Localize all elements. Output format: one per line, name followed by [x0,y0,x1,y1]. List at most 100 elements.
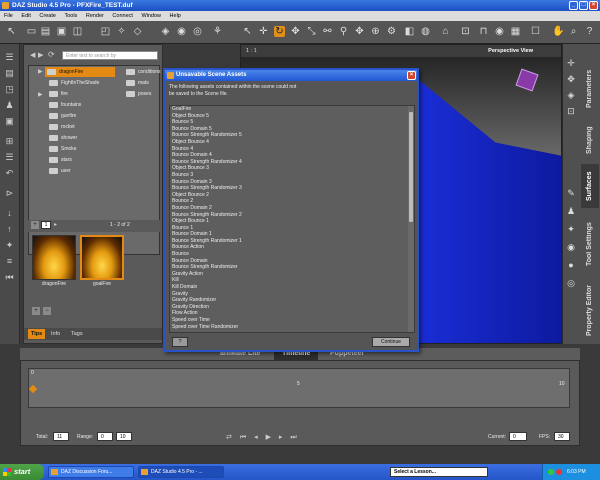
next-page-icon[interactable]: ▸ [54,221,57,228]
asset-list-item[interactable]: Bounce Strength Randomizer 1 [170,238,414,245]
tab-tags[interactable]: Tags [68,329,86,339]
asset-list-item[interactable]: Speed over Time [170,317,414,324]
camera-icon[interactable]: ⌂ [440,26,451,37]
library-search-input[interactable]: Enter text to search by [62,51,158,60]
current-field[interactable]: 0 [509,432,527,441]
next-key-icon[interactable]: ▸ [279,434,286,441]
smart-content-icon[interactable]: ☰ [4,52,15,63]
asset-list-item[interactable]: Bounce 4 [170,146,414,153]
refresh-icon[interactable]: ⟳ [48,50,55,59]
layers-icon[interactable]: ≡ [4,256,15,267]
light-tool-icon[interactable]: ✦ [566,224,576,234]
rotate-tool-icon[interactable]: ↻ [274,26,285,37]
play-icon[interactable]: ▶ [266,434,274,441]
tree-item-conditions[interactable]: conditions [124,67,161,77]
new-scene-icon[interactable]: ▭ [26,26,37,37]
navigation-cube[interactable] [515,68,539,92]
continue-button[interactable]: Continue [372,337,410,347]
pointer-icon[interactable]: ↖ [6,26,17,37]
tab-info[interactable]: Info [48,329,63,339]
menu-file[interactable]: File [4,13,13,19]
spot-render-icon[interactable]: ◧ [404,26,415,37]
menu-create[interactable]: Create [39,13,56,19]
asset-list-item[interactable]: Object Bounce 3 [170,165,414,172]
tree-item-poses[interactable]: poses [124,89,151,99]
scrollbar-thumb[interactable] [409,112,413,222]
asset-list-item[interactable]: Bounce Domain [170,258,414,265]
camera-tool-icon[interactable]: ◉ [566,242,576,252]
spot-light-icon[interactable]: ◈ [160,26,171,37]
tree-item-rocket[interactable]: rocket [47,122,75,132]
hand-icon[interactable]: ✋ [552,26,564,37]
save-scene-icon[interactable]: ▣ [56,26,67,37]
aux-viewport-icon[interactable]: ⊡ [460,26,471,37]
range-start-field[interactable]: 0 [97,432,113,441]
first-frame-icon[interactable]: ⏮ [240,434,249,441]
expand-arrow-icon[interactable]: ▶ [38,68,43,75]
tree-item-user[interactable]: user [47,166,71,176]
undo-icon[interactable]: ↶ [4,168,15,179]
asset-list-item[interactable]: Bounce Strength Randomizer 5 [170,132,414,139]
universal-tool-icon[interactable]: ✛ [258,26,269,37]
task-daz-studio[interactable]: DAZ Studio 4.5 Pro - ... [138,466,224,478]
create-light-icon[interactable]: ✧ [116,26,127,37]
remove-icon[interactable]: − [43,307,51,315]
surface-selection-icon[interactable]: ✥ [354,26,365,37]
asset-list-item[interactable]: Bounce [170,251,414,258]
asset-list-item[interactable]: Bounce Domain 5 [170,126,414,133]
pan-icon[interactable]: ✥ [566,74,576,84]
loop-icon[interactable]: ⇄ [226,434,235,441]
last-frame-icon[interactable]: ⏭ [290,434,299,441]
asset-list-item[interactable]: Bounce 1 [170,225,414,232]
thumb-goalfire[interactable] [80,235,124,280]
rewind-icon[interactable]: ⏮ [4,272,15,283]
dialog-close-button[interactable]: × [407,71,416,80]
asset-list-item[interactable]: GoalFire [170,106,414,113]
layout-icon[interactable]: ☐ [530,26,541,37]
node-weight-icon[interactable]: ◍ [420,26,431,37]
open-scene-icon[interactable]: ▤ [40,26,51,37]
merge-icon[interactable]: ⊞ [4,136,15,147]
menu-edit[interactable]: Edit [21,13,30,19]
asset-list-item[interactable]: Gravity [170,291,414,298]
range-end-field[interactable]: 10 [116,432,132,441]
tree-item-fire[interactable]: fire [47,89,68,99]
asset-list-item[interactable]: Gravity Action [170,271,414,278]
help-icon[interactable]: ? [584,26,595,37]
create-camera-icon[interactable]: ◰ [100,26,111,37]
page-field[interactable]: 1 [41,221,51,229]
back-arrow-icon[interactable]: ◀ [30,51,35,59]
prev-key-icon[interactable]: ◂ [254,434,261,441]
tree-item-smoke[interactable]: Smoke [47,144,77,154]
figure-icon[interactable]: ⚘ [212,26,223,37]
asset-list-item[interactable]: Object Bounce 4 [170,139,414,146]
tree-item-mats[interactable]: mats [124,78,149,88]
total-field[interactable]: 11 [53,432,69,441]
dialog-title-bar[interactable]: Unsavable Scene Assets × [165,70,417,81]
asset-list-item[interactable]: Flow Action [170,310,414,317]
window-title-bar[interactable]: DAZ Studio 4.5 Pro - PFXFire_TEST.duf _ … [0,0,600,11]
content-library-icon[interactable]: ▤ [4,68,15,79]
minimize-button[interactable]: _ [569,1,578,10]
tree-item-stars[interactable]: stars [47,155,72,165]
arrow-up-icon[interactable]: ↑ [4,224,15,235]
task-daz-forum[interactable]: DAZ Discussion Foru... [48,466,134,478]
sphere-icon[interactable]: ● [566,260,576,270]
tree-item-gunfire[interactable]: gunfire [47,111,76,121]
asset-list-item[interactable]: Gravity Direction [170,304,414,311]
asset-list-item[interactable]: Bounce Domain 2 [170,205,414,212]
add-icon[interactable]: + [32,307,40,315]
frame-icon[interactable]: ⊡ [566,106,576,116]
maximize-button[interactable]: □ [579,1,588,10]
asset-list-item[interactable]: Bounce 2 [170,198,414,205]
forward-arrow-icon[interactable]: ▶ [38,51,43,59]
timeline-track[interactable]: 0 5 10 [28,368,570,408]
security-icon[interactable] [556,469,562,475]
search-icon[interactable]: ⌕ [568,26,579,37]
tab-tool-settings[interactable]: Tool Settings [581,214,599,274]
posing-tool-icon[interactable]: ⚲ [338,26,349,37]
posing-icon[interactable]: ♟ [4,100,15,111]
tree-item-fightintheshade[interactable]: FightInTheShade [47,78,99,88]
orbit-icon[interactable]: ✛ [566,58,576,68]
menu-connect[interactable]: Connect [112,13,133,19]
